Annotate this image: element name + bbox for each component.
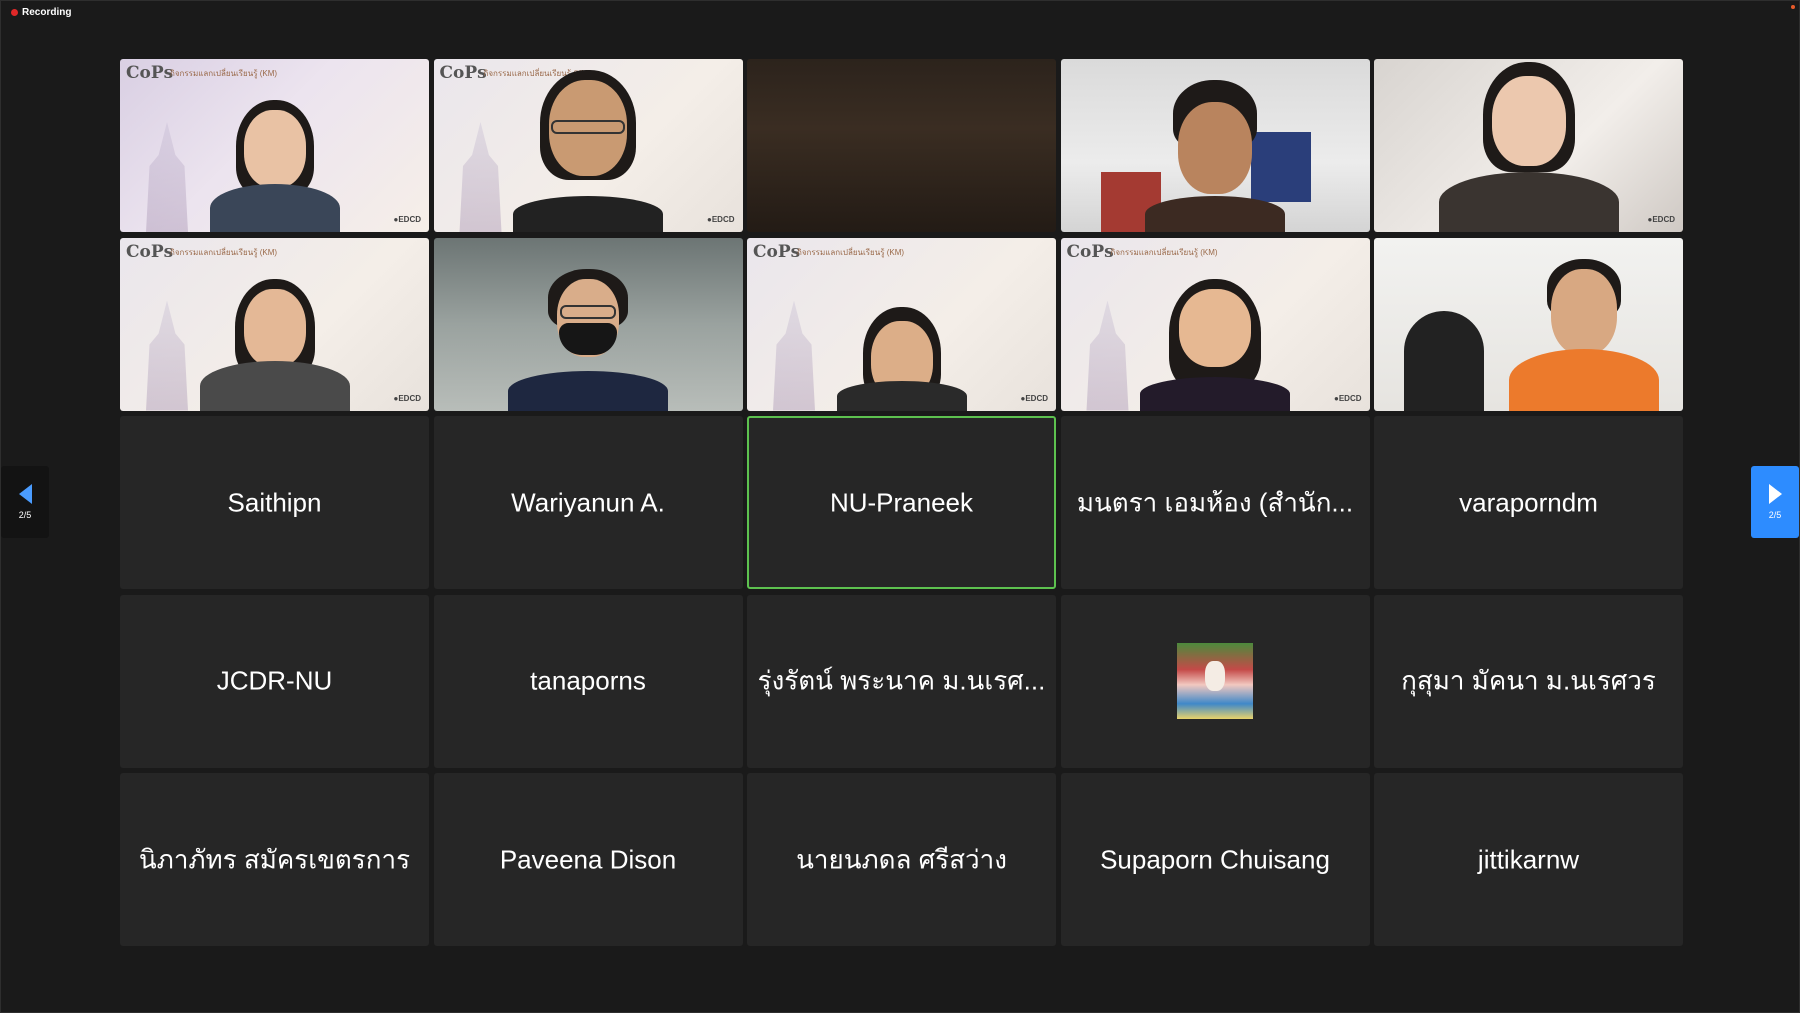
org-logo-icon: ●EDCD — [393, 215, 422, 224]
temple-graphic — [773, 300, 815, 411]
org-logo-icon: ●EDCD — [1334, 393, 1362, 403]
participant-avatar-tile[interactable] — [1060, 594, 1370, 768]
participant-name-tile[interactable]: tanaporns — [433, 594, 743, 768]
participant-video-feed — [513, 62, 663, 232]
recording-indicator: Recording — [11, 7, 71, 18]
participant-video-feed — [1140, 271, 1290, 411]
participant-video-feed — [508, 261, 668, 411]
participant-name: NU-Praneek — [829, 487, 974, 517]
participant-video-feed — [199, 271, 350, 411]
participant-name-tile[interactable]: กุสุมา มัคนา ม.นเรศวร — [1374, 594, 1683, 768]
chair-graphic — [1404, 310, 1484, 411]
active-speaker-tile[interactable]: NU-Praneek — [747, 416, 1056, 589]
page-indicator-next: 2/5 — [1768, 510, 1782, 520]
cops-overlay-brand: CoPs — [126, 241, 174, 262]
participant-video-tile[interactable]: CoPs กิจกรรมแลกเปลี่ยนเรียนรู้ (KM) ●EDC… — [1060, 237, 1370, 411]
temple-graphic — [1086, 300, 1129, 411]
participant-name-tile[interactable]: Supaporn Chuisang — [1060, 773, 1370, 946]
cops-overlay-brand: CoPs — [1066, 241, 1114, 262]
participant-name: กุสุมา มัคนา ม.นเรศวร — [1401, 665, 1656, 696]
participant-name: Saithipn — [227, 487, 322, 517]
arrow-left-icon — [18, 484, 32, 504]
participant-video-feed — [1145, 72, 1285, 232]
temple-graphic — [146, 300, 188, 411]
participant-video-tile[interactable]: CoPs กิจกรรมแลกเปลี่ยนเรียนรู้ (KM) ●EDC… — [120, 237, 429, 411]
participant-name-tile[interactable]: Paveena Dison — [433, 773, 743, 946]
participant-video-feed — [836, 301, 967, 411]
cops-overlay-brand: CoPs — [126, 63, 174, 83]
recording-dot-icon — [11, 9, 18, 16]
participant-name: นายนภดล ศรีสว่าง — [796, 844, 1007, 874]
previous-page-button[interactable]: 2/5 — [1, 466, 49, 538]
participant-name: Supaporn Chuisang — [1100, 844, 1330, 874]
status-dot-icon — [1791, 5, 1795, 9]
participant-name: นิภาภัทร สมัครเขตรการ — [138, 844, 411, 874]
participant-name-tile[interactable]: JCDR-NU — [120, 594, 429, 768]
participant-name: มนตรา เอมห้อง (สำนัก... — [1076, 487, 1354, 517]
participant-grid: CoPs กิจกรรมแลกเปลี่ยนเรียนรู้ (KM) ●EDC… — [120, 59, 1683, 946]
participant-video-tile[interactable] — [433, 237, 743, 411]
participant-name: Paveena Dison — [499, 844, 677, 874]
avatar — [1177, 643, 1253, 719]
meeting-gallery-view: Recording 2/5 2/5 CoPs กิจกรรมแลกเปลี่ยน… — [0, 0, 1800, 1013]
participant-name: tanaporns — [530, 665, 646, 696]
temple-graphic — [146, 122, 188, 232]
org-logo-icon: ●EDCD — [707, 215, 735, 224]
cops-overlay-subtitle: กิจกรรมแลกเปลี่ยนเรียนรู้ (KM) — [1110, 247, 1218, 257]
participant-name-tile[interactable]: นิภาภัทร สมัครเขตรการ — [120, 773, 429, 946]
org-logo-icon: ●EDCD — [1647, 215, 1676, 224]
participant-name: Wariyanun A. — [511, 487, 665, 517]
participant-name-tile[interactable]: มนตรา เอมห้อง (สำนัก... — [1060, 416, 1370, 589]
participant-name-tile[interactable]: Wariyanun A. — [433, 416, 743, 589]
participant-name: JCDR-NU — [216, 665, 333, 696]
participant-video-tile[interactable] — [1060, 59, 1370, 232]
org-logo-icon: ●EDCD — [393, 393, 422, 403]
participant-name: varaporndm — [1459, 487, 1598, 517]
participant-video-tile[interactable]: CoPs กิจกรรมแลกเปลี่ยนเรียนรู้ (KM) ●EDC… — [433, 59, 743, 232]
participant-video-tile[interactable]: CoPs กิจกรรมแลกเปลี่ยนเรียนรู้ (KM) ●EDC… — [747, 237, 1056, 411]
participant-video-tile[interactable] — [1374, 237, 1683, 411]
participant-name: jittikarnw — [1477, 844, 1580, 874]
participant-name-tile[interactable]: นายนภดล ศรีสว่าง — [747, 773, 1056, 946]
org-logo-icon: ●EDCD — [1020, 393, 1049, 403]
participant-video-feed — [1509, 251, 1660, 411]
participant-name-tile[interactable]: jittikarnw — [1374, 773, 1683, 946]
temple-graphic — [459, 122, 502, 232]
participant-video-feed — [1438, 62, 1619, 232]
participant-video-tile[interactable] — [747, 59, 1056, 232]
next-page-button[interactable]: 2/5 — [1751, 466, 1799, 538]
participant-video-tile[interactable]: ●EDCD — [1374, 59, 1683, 232]
page-indicator-prev: 2/5 — [18, 510, 32, 520]
cops-overlay-brand: CoPs — [439, 63, 487, 83]
participant-name-tile[interactable]: รุ่งรัตน์ พระนาค ม.นเรศ... — [747, 594, 1056, 768]
cops-overlay-subtitle: กิจกรรมแลกเปลี่ยนเรียนรู้ (KM) — [170, 247, 278, 257]
participant-video-tile[interactable]: CoPs กิจกรรมแลกเปลี่ยนเรียนรู้ (KM) ●EDC… — [120, 59, 429, 232]
cops-overlay-subtitle: กิจกรรมแลกเปลี่ยนเรียนรู้ (KM) — [170, 69, 278, 78]
cops-overlay-brand: CoPs — [753, 241, 801, 262]
participant-name: รุ่งรัตน์ พระนาค ม.นเรศ... — [757, 665, 1046, 696]
cops-overlay-subtitle: กิจกรรมแลกเปลี่ยนเรียนรู้ (KM) — [797, 247, 905, 257]
recording-label: Recording — [22, 7, 72, 18]
participant-video-feed — [209, 92, 340, 232]
arrow-right-icon — [1768, 484, 1782, 504]
participant-name-tile[interactable]: varaporndm — [1374, 416, 1683, 589]
participant-name-tile[interactable]: Saithipn — [120, 416, 429, 589]
